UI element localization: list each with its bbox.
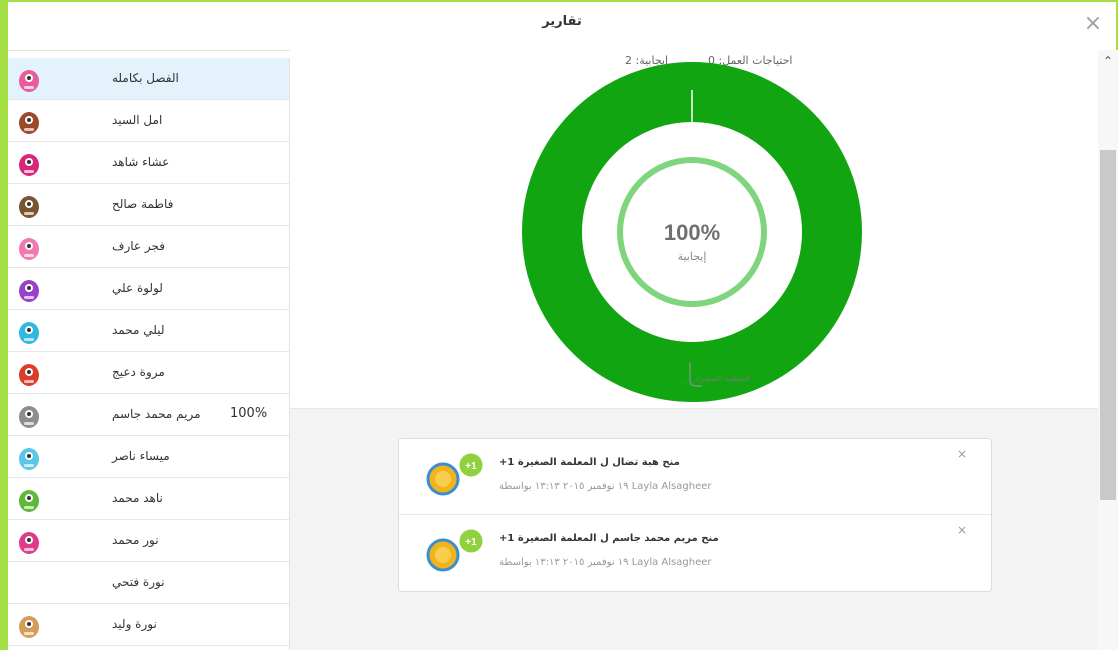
award-card: +1 منح هبة تضال ل المعلمة الصغيرة 1+ ١٩ نو… [399,439,991,515]
student-avatar [14,106,44,136]
sidebar-student-row[interactable]: مروة دعيج [8,352,289,394]
student-name: فاطمة صالح [112,197,174,211]
scroll-up-icon[interactable]: ⌃ [1100,54,1116,68]
donut-label: إيجابية [678,251,707,263]
student-name: الفصل بكامله [112,71,179,85]
student-name: مريم محمد جاسم [112,407,201,421]
sidebar-student-row[interactable]: ليلي محمد [8,310,289,352]
student-avatar [14,232,44,262]
report-main: احتياجات العمل: 0 إيجابية: 2 100% إيجابي… [290,50,1098,650]
student-name: ميساء ناصر [112,449,170,463]
sidebar-student-row[interactable]: فاطمة صالح [8,184,289,226]
student-avatar [14,316,44,346]
student-avatar [14,64,44,94]
award-points: +1 [465,461,477,472]
sidebar-student-row[interactable]: لولوة علي [8,268,289,310]
window-header: تقارير × [8,2,1116,51]
sidebar-student-row[interactable]: نورة وليد [8,604,289,646]
scrollbar-thumb[interactable] [1100,150,1116,500]
award-dismiss-icon[interactable]: × [957,447,967,461]
award-meta: ١٩ نوفمبر ٢٠١٥ ١٣:١٣ بواسطة Layla Alsagh… [499,557,712,568]
sidebar-student-row[interactable]: عشاء شاهد [8,142,289,184]
donut-chart: 100% إيجابية [522,62,862,402]
student-name: مروة دعيج [112,365,165,379]
award-badge-icon: +1 [419,449,489,501]
award-meta: ١٩ نوفمبر ٢٠١٥ ١٣:١٣ بواسطة Layla Alsagh… [499,481,712,492]
student-name: لولوة علي [112,281,163,295]
frame-left-edge [0,0,8,650]
chart-legend: ___المعلمة الصغيرة [684,374,750,383]
sidebar-student-row[interactable]: فجر عارف [8,226,289,268]
award-title: منح مريم محمد جاسم ل المعلمة الصغيرة 1+ [499,533,719,544]
student-avatar [14,484,44,514]
student-avatar [14,358,44,388]
student-percent: 100% [230,406,268,421]
student-avatar [14,190,44,220]
sidebar-student-row[interactable]: ناهد محمد [8,478,289,520]
student-name: نورة وليد [112,617,157,631]
award-card: +1 منح مريم محمد جاسم ل المعلمة الصغيرة 1… [399,515,991,590]
donut-percent: 100% [664,220,720,245]
student-avatar [14,610,44,640]
sidebar-student-row[interactable]: ميساء ناصر [8,436,289,478]
sidebar-student-row[interactable]: مريم محمد جاسم 100% [8,394,289,436]
sidebar-student-row[interactable]: الفصل بكامله [8,58,289,100]
sidebar-student-row[interactable]: نورة فتحي [8,562,289,604]
student-name: ناهد محمد [112,491,163,505]
window-title: تقارير [542,14,582,29]
scrollbar[interactable]: ⌃ [1098,50,1118,650]
student-avatar [14,274,44,304]
student-name: فجر عارف [112,239,165,253]
sidebar-student-row[interactable]: امل السيد [8,100,289,142]
sidebar-student-row[interactable]: نور محمد [8,520,289,562]
chart-panel: احتياجات العمل: 0 إيجابية: 2 100% إيجابي… [290,50,1098,409]
award-points: +1 [465,537,477,548]
student-name: نورة فتحي [112,575,165,589]
award-title: منح هبة تضال ل المعلمة الصغيرة 1+ [499,457,680,468]
student-name: عشاء شاهد [112,155,170,169]
award-badge-icon: +1 [419,525,489,577]
close-icon[interactable]: × [1082,13,1104,35]
student-avatar [14,400,44,430]
student-name: نور محمد [112,533,159,547]
award-dismiss-icon[interactable]: × [957,523,967,537]
awards-list: +1 منح هبة تضال ل المعلمة الصغيرة 1+ ١٩ نو… [398,438,992,592]
student-name: ليلي محمد [112,323,165,337]
student-avatar [14,526,44,556]
student-name: امل السيد [112,113,163,127]
student-sidebar: الفصل بكامله امل السيد عشاء شاهد فاطمة صالح… [8,58,290,650]
student-avatar [14,442,44,472]
student-avatar [14,148,44,178]
